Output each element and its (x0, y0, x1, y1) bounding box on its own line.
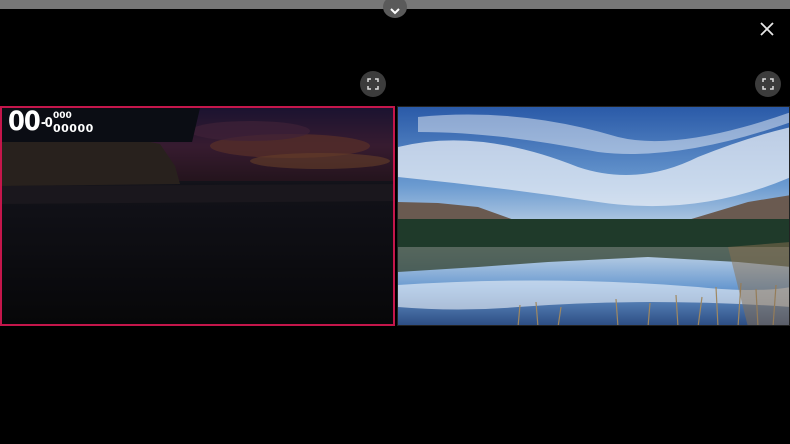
mountain-lake-scene-image (398, 107, 789, 325)
video-pane-left[interactable]: 00-0 000 00000 (0, 106, 395, 326)
close-button[interactable] (756, 18, 778, 40)
score-main-sup: -0 (40, 116, 53, 131)
dual-view-stage: 00-0 000 00000 (0, 0, 790, 444)
video-pane-right[interactable] (397, 106, 790, 326)
fullscreen-button-right[interactable] (755, 71, 781, 97)
score-line-1: 000 (53, 111, 72, 121)
fullscreen-icon (762, 78, 774, 90)
chevron-down-icon (390, 8, 400, 15)
fullscreen-icon (367, 78, 379, 90)
fullscreen-button-left[interactable] (360, 71, 386, 97)
score-main-value: 00 (8, 106, 41, 137)
collapse-button[interactable] (383, 0, 407, 18)
score-main: 00-0 (8, 106, 53, 137)
score-line-2: 00000 (53, 122, 94, 135)
close-icon (760, 22, 774, 36)
